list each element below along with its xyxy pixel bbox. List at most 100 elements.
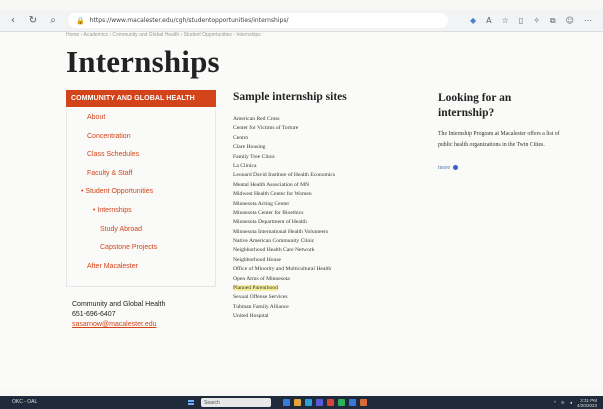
contact-email-link[interactable]: sasarnow@macalester.edu	[72, 320, 216, 330]
font-icon[interactable]: A	[486, 16, 491, 26]
lock-icon: 🔒	[76, 16, 85, 25]
sample-site-item: Centro	[233, 134, 413, 143]
volume-icon[interactable]: ◂	[570, 400, 572, 406]
sample-site-item: Office of Minority and Multicultural Hea…	[233, 265, 413, 274]
sample-sites-section: Sample internship sites American Red Cro…	[233, 91, 413, 322]
more-link[interactable]: more	[438, 165, 459, 171]
sample-site-label: Clare Housing	[233, 144, 266, 151]
clock-date: 4/20/2023	[576, 402, 597, 408]
sample-site-label: Leonard David Institute of Health Econom…	[233, 172, 336, 179]
sample-site-item: Minnesota Department of Health	[233, 218, 413, 227]
sample-site-item: Clare Housing	[233, 143, 413, 152]
menu-icon[interactable]: ⋯	[584, 16, 592, 26]
profile-icon[interactable]: ☺	[566, 16, 574, 26]
sample-site-label: Center for Victims of Torture	[233, 125, 299, 132]
clock-time: 3:31 PM	[580, 397, 597, 403]
search-icon[interactable]: ⌕	[46, 14, 60, 28]
breadcrumb[interactable]: Home › Academics › Community and Global …	[66, 32, 261, 38]
teams-icon[interactable]	[316, 399, 323, 406]
sidebar-item-faculty-staff[interactable]: Faculty & Staff	[67, 165, 215, 184]
sample-site-label: American Red Cross	[233, 116, 280, 122]
sample-site-label: Neighborhood House	[233, 256, 282, 263]
contact-phone: 651-696-6407	[72, 311, 116, 319]
sample-site-item: Neighborhood Health Care Network	[233, 246, 413, 255]
favorites-icon[interactable]: ✧	[533, 16, 540, 26]
sample-site-label: Planned Parenthood	[233, 285, 278, 292]
sample-site-item: La Clinica	[233, 162, 413, 171]
sample-site-item: Minnesota International Health Volunteer…	[233, 228, 413, 237]
sample-site-label: Minnesota Center for Bioethics	[233, 209, 304, 216]
office-icon[interactable]	[327, 399, 334, 406]
file-explorer-icon[interactable]	[294, 399, 301, 406]
sample-site-item: Mental Health Association of MN	[233, 181, 413, 190]
sample-site-label: Native American Community Clinic	[233, 238, 315, 245]
sidebar-item-internships[interactable]: • Internships	[67, 202, 215, 221]
address-bar[interactable]: 🔒 https://www.macalester.edu/cgh/student…	[68, 13, 448, 28]
sample-site-label: Midwest Health Center for Women	[233, 191, 312, 198]
sidebar-item-class-schedules[interactable]: Class Schedules	[67, 146, 215, 165]
edge-browser-icon[interactable]	[305, 399, 312, 406]
star-icon[interactable]: ☆	[502, 16, 509, 26]
sample-site-item: Open Arms of Minnesota	[233, 275, 413, 284]
sample-site-item: Sexual Offense Services	[233, 293, 413, 302]
info-section: Looking for an internship? The Internshi…	[438, 91, 568, 174]
sidebar-item-about[interactable]: About	[67, 109, 215, 128]
powerpoint-icon[interactable]	[360, 399, 367, 406]
sample-site-item: Leonard David Institute of Health Econom…	[233, 171, 413, 180]
arrow-circle-icon	[453, 165, 459, 171]
extension-icon[interactable]: ◆	[470, 16, 476, 26]
sample-site-item: Planned Parenthood	[233, 284, 413, 293]
reload-icon[interactable]: ↻	[26, 14, 40, 28]
sidebar-item-capstone-projects[interactable]: Capstone Projects	[67, 239, 215, 258]
task-view-icon[interactable]	[283, 399, 290, 406]
contact-block: Community and Global Health 651-696-6407…	[66, 300, 216, 330]
sample-site-label: Family Tree Clinic	[233, 153, 276, 160]
sample-sites-list: American Red Cross Center for Victims of …	[233, 115, 413, 322]
sample-site-label: Centro	[233, 134, 249, 141]
contact-name: Community and Global Health	[72, 301, 166, 309]
sidebar-heading[interactable]: COMMUNITY AND GLOBAL HEALTH	[66, 90, 216, 107]
sample-site-item: Native American Community Clinic	[233, 237, 413, 246]
sample-site-label: Minnesota International Health Volunteer…	[233, 228, 329, 235]
sample-site-item: American Red Cross	[233, 115, 413, 124]
sample-site-label: Minnesota Department of Health	[233, 219, 307, 226]
chevron-up-icon[interactable]: ^	[554, 400, 556, 405]
sample-site-item: Midwest Health Center for Women	[233, 190, 413, 199]
sample-site-label: La Clinica	[233, 162, 257, 169]
windows-start-icon[interactable]	[188, 399, 194, 406]
sample-site-item: Neighborhood House	[233, 256, 413, 265]
wifi-icon[interactable]: ≋	[561, 400, 565, 406]
sample-site-item: United Hospital	[233, 312, 413, 321]
windows-taskbar: OKC - OAL Search ^ ≋ ◂ 3:31 PM 4/20/2023	[0, 396, 603, 409]
weather-widget[interactable]: OKC - OAL	[12, 400, 62, 405]
sample-site-label: United Hospital	[233, 313, 269, 320]
sidebar-item-after-macalester[interactable]: After Macalester	[67, 258, 215, 277]
sidebar-item-student-opportunities[interactable]: • Student Opportunities	[67, 183, 215, 202]
sample-site-item: Tubman Family Alliance	[233, 303, 413, 312]
word-icon[interactable]	[349, 399, 356, 406]
url-text: https://www.macalester.edu/cgh/studentop…	[89, 17, 289, 24]
excel-icon[interactable]	[338, 399, 345, 406]
sidebar-item-concentration[interactable]: Concentration	[67, 128, 215, 147]
sidebar-nav: COMMUNITY AND GLOBAL HEALTH About Concen…	[66, 90, 216, 330]
taskbar-search-input[interactable]: Search	[201, 398, 271, 407]
sample-site-item: Family Tree Clinic	[233, 153, 413, 162]
sample-site-label: Neighborhood Health Care Network	[233, 247, 315, 254]
sample-site-label: Tubman Family Alliance	[233, 303, 289, 310]
collections-icon[interactable]: ⧉	[550, 16, 556, 26]
sample-site-label: Office of Minority and Multicultural Hea…	[233, 266, 332, 273]
browser-toolbar: ‹ ↻ ⌕ 🔒 https://www.macalester.edu/cgh/s…	[0, 10, 603, 32]
sample-site-label: Minnesota Acting Center	[233, 200, 290, 207]
sidebar-item-study-abroad[interactable]: Study Abroad	[67, 221, 215, 240]
info-heading: Looking for an internship?	[438, 92, 512, 119]
more-link-label: more	[438, 165, 450, 171]
sample-site-label: Open Arms of Minnesota	[233, 275, 290, 282]
sample-site-item: Minnesota Acting Center	[233, 200, 413, 209]
split-screen-icon[interactable]: ▯	[519, 16, 523, 26]
clock[interactable]: 3:31 PM 4/20/2023	[577, 398, 597, 408]
taskbar-search-label: Search	[204, 399, 220, 406]
back-icon[interactable]: ‹	[6, 14, 20, 28]
web-page: Home › Academics › Community and Global …	[0, 32, 603, 389]
sample-site-item: Center for Victims of Torture	[233, 124, 413, 133]
sample-site-item: Minnesota Center for Bioethics	[233, 209, 413, 218]
